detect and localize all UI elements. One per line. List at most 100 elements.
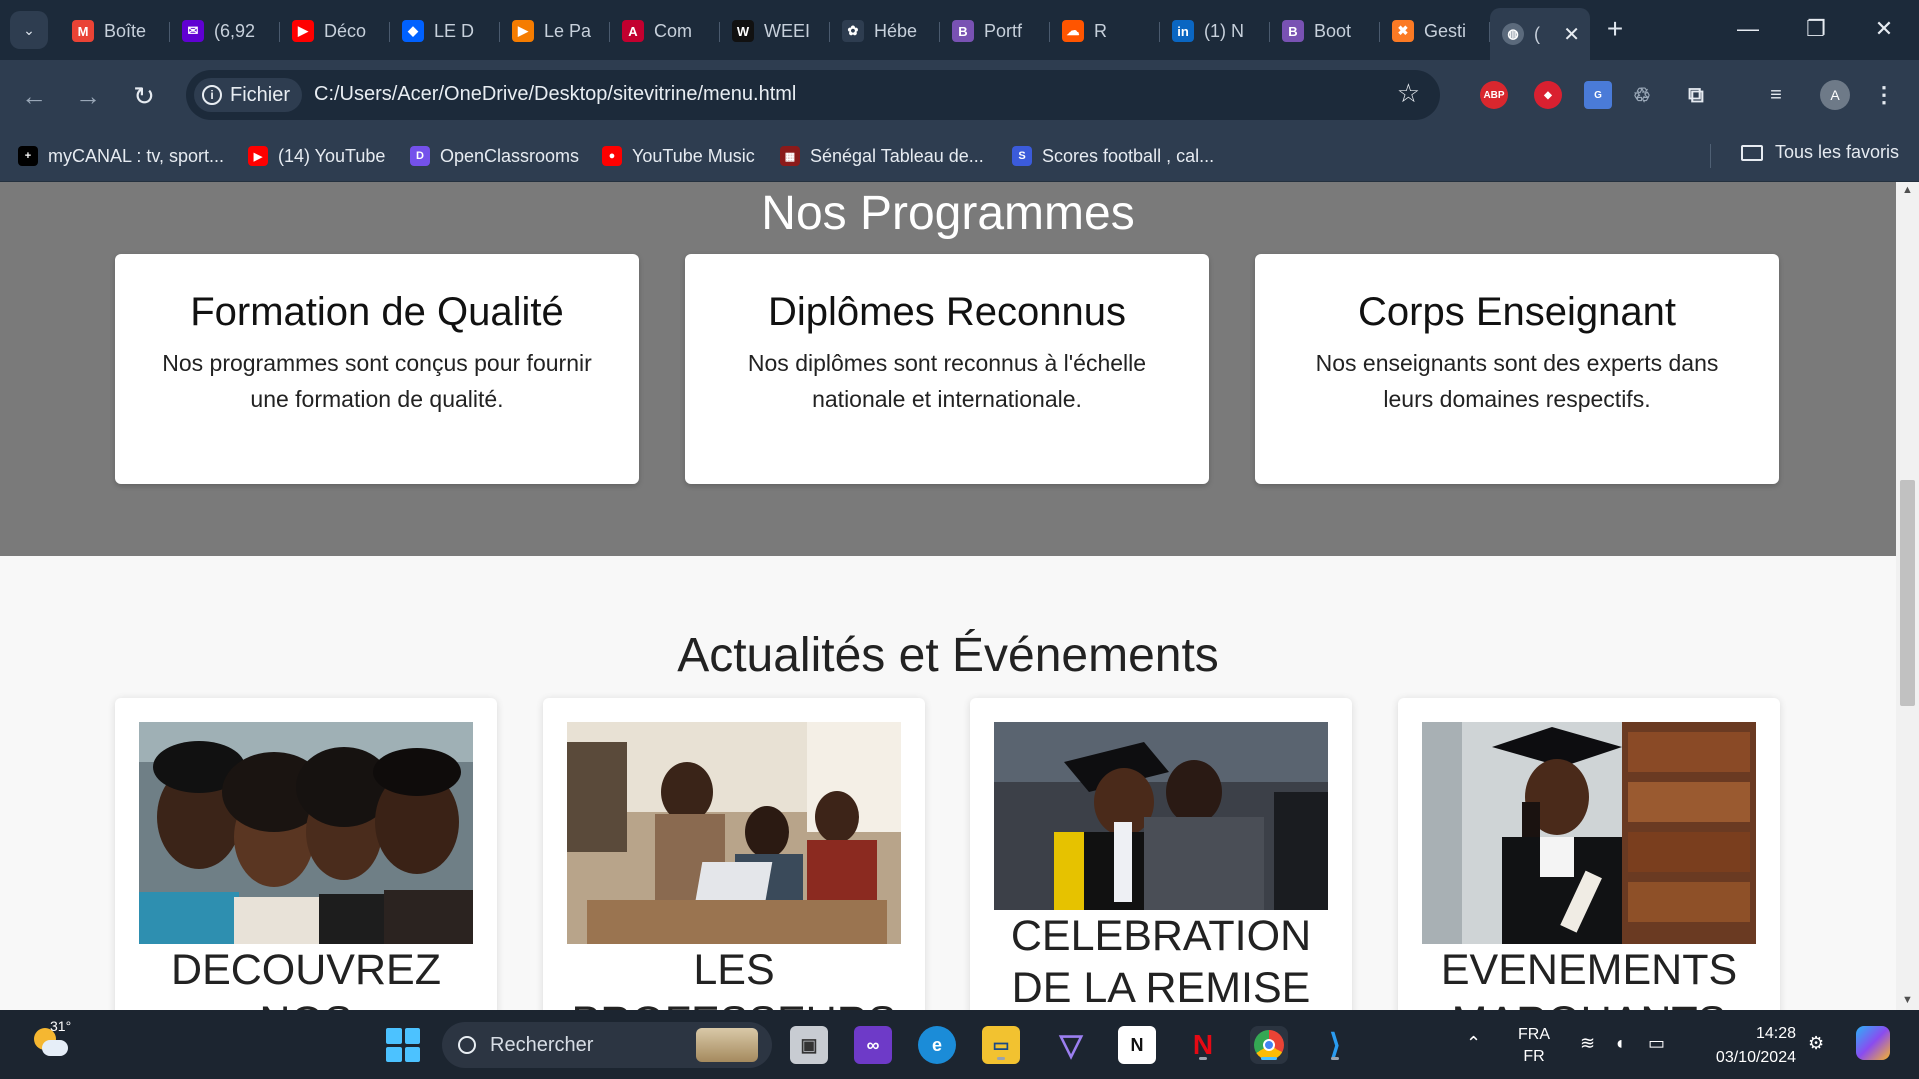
close-window-button[interactable]: ✕ bbox=[1856, 10, 1912, 48]
volume-icon[interactable]: ◖ bbox=[1614, 1032, 1625, 1054]
bookmark-item[interactable]: + myCANAL : tv, sport... bbox=[18, 142, 224, 170]
reload-button[interactable]: ↻ bbox=[124, 76, 164, 116]
tab-search-button[interactable]: ⌄ bbox=[10, 11, 48, 49]
browser-tab[interactable]: ▶ Déco bbox=[280, 8, 390, 54]
language-bottom: FR bbox=[1523, 1048, 1545, 1065]
program-card-text: Nos enseignants sont des experts dans le… bbox=[1315, 350, 1719, 412]
news-card[interactable]: LES PROFESSEURS bbox=[543, 698, 925, 1010]
browser-tab[interactable]: B Boot bbox=[1270, 8, 1380, 54]
profile-avatar[interactable]: A bbox=[1820, 80, 1850, 110]
url-text[interactable]: C:/Users/Acer/OneDrive/Desktop/sitevitri… bbox=[314, 83, 796, 106]
programs-section: Nos Programmes Formation de Qualité Nos … bbox=[0, 182, 1896, 556]
bookmark-item[interactable]: ▶ (14) YouTube bbox=[248, 142, 385, 170]
program-card-title: Formation de Qualité bbox=[190, 290, 564, 334]
students-group-photo bbox=[139, 722, 473, 944]
bookmark-item[interactable]: ● YouTube Music bbox=[602, 142, 755, 170]
close-tab-icon[interactable]: ✕ bbox=[1563, 22, 1580, 47]
tab-title: Com bbox=[654, 20, 693, 41]
scroll-thumb[interactable] bbox=[1900, 480, 1915, 706]
wifi-icon[interactable]: ≋ bbox=[1580, 1032, 1595, 1054]
youtube-music-icon: ● bbox=[602, 146, 622, 166]
active-browser-tab[interactable]: ◍ (✕ bbox=[1490, 8, 1590, 60]
bookmark-item[interactable]: D OpenClassrooms bbox=[410, 142, 579, 170]
forward-button[interactable]: → bbox=[68, 76, 108, 116]
w-icon: W bbox=[732, 20, 754, 42]
chrome-icon[interactable] bbox=[1250, 1026, 1288, 1064]
browser-tab[interactable]: A Com bbox=[610, 8, 720, 54]
xampp-icon: ✖ bbox=[1392, 20, 1414, 42]
restore-button[interactable]: ❐ bbox=[1788, 10, 1844, 48]
address-bar[interactable]: i Fichier C:/Users/Acer/OneDrive/Desktop… bbox=[186, 70, 1440, 120]
weather-widget[interactable]: 31° bbox=[30, 1018, 71, 1062]
adblock-icon[interactable]: ABP bbox=[1480, 81, 1508, 109]
minimize-button[interactable]: — bbox=[1720, 10, 1776, 48]
visual-studio-icon[interactable]: ∞ bbox=[854, 1026, 892, 1064]
back-button[interactable]: ← bbox=[14, 76, 54, 116]
browser-tab[interactable]: ☁ R bbox=[1050, 8, 1160, 54]
news-card-caption: EVENEMENTS MARQUANTS bbox=[1440, 946, 1738, 1010]
browser-tab[interactable]: ✉ (6,92 bbox=[170, 8, 280, 54]
all-bookmarks-label: Tous les favoris bbox=[1774, 142, 1899, 162]
reload-icon: ↻ bbox=[133, 80, 155, 111]
bookmark-star-icon[interactable]: ☆ bbox=[1397, 78, 1420, 109]
browser-tab[interactable]: ✖ Gesti bbox=[1380, 8, 1490, 54]
globe-icon: ◍ bbox=[1502, 23, 1524, 45]
scroll-down-icon[interactable]: ▼ bbox=[1901, 994, 1914, 1007]
task-view-icon[interactable]: ▣ bbox=[790, 1026, 828, 1064]
menu-kebab-icon[interactable]: ⋮ bbox=[1870, 81, 1898, 109]
news-card[interactable]: DECOUVREZ NOS bbox=[115, 698, 497, 1010]
media-controls-icon[interactable]: ≡ bbox=[1762, 81, 1790, 109]
browser-tab[interactable]: in (1) N bbox=[1160, 8, 1270, 54]
proton-vpn-icon[interactable]: ▽ bbox=[1052, 1026, 1090, 1064]
google-translate-icon[interactable]: G bbox=[1584, 81, 1612, 109]
search-icon bbox=[458, 1036, 476, 1054]
info-icon: i bbox=[202, 85, 222, 105]
browser-tab[interactable]: ✿ Hébe bbox=[830, 8, 940, 54]
arrow-right-icon: → bbox=[75, 80, 101, 111]
openclassrooms-icon: D bbox=[410, 146, 430, 166]
scroll-up-icon[interactable]: ▲ bbox=[1901, 184, 1914, 197]
bookmark-item[interactable]: S Scores football , cal... bbox=[1012, 142, 1214, 170]
site-info-chip[interactable]: i Fichier bbox=[194, 78, 303, 112]
browser-tab[interactable]: B Portf bbox=[940, 8, 1050, 54]
windows-start-icon[interactable] bbox=[386, 1028, 420, 1062]
browser-tab[interactable]: M Boîte bbox=[60, 8, 170, 54]
notifications-icon[interactable]: ⚙ bbox=[1808, 1032, 1824, 1054]
minimize-icon: — bbox=[1737, 16, 1759, 41]
taskbar-clock[interactable]: 14:28 03/10/2024 bbox=[1700, 1022, 1796, 1070]
openai-icon: ✿ bbox=[842, 20, 864, 42]
tab-title: Boîte bbox=[104, 20, 147, 41]
news-card[interactable]: CELEBRATION DE LA REMISE bbox=[970, 698, 1352, 1010]
page-scrollbar[interactable]: ▲ ▼ bbox=[1896, 182, 1919, 1010]
browser-tab[interactable]: ▶ Le Pa bbox=[500, 8, 610, 54]
battery-icon[interactable]: ▭ bbox=[1648, 1032, 1665, 1054]
brave-shield-icon[interactable]: ◆ bbox=[1534, 81, 1562, 109]
chevron-down-icon: ⌄ bbox=[23, 21, 35, 38]
tray-chevron-icon[interactable]: ⌃ bbox=[1466, 1032, 1481, 1054]
file-explorer-icon[interactable]: ▭ bbox=[982, 1026, 1020, 1064]
copilot-icon[interactable] bbox=[1856, 1026, 1890, 1060]
bookmark-item[interactable]: ▦ Sénégal Tableau de... bbox=[780, 142, 984, 170]
language-indicator[interactable]: FRA FR bbox=[1518, 1024, 1550, 1068]
new-tab-button[interactable]: + bbox=[1598, 12, 1632, 46]
bookmark-label: myCANAL : tv, sport... bbox=[48, 145, 225, 166]
program-card-title: Diplômes Reconnus bbox=[768, 290, 1126, 334]
news-card[interactable]: EVENEMENTS MARQUANTS bbox=[1398, 698, 1780, 1010]
bookmark-label: Sénégal Tableau de... bbox=[810, 145, 984, 166]
recycle-extension-icon[interactable]: ♲ bbox=[1628, 81, 1656, 109]
edge-icon[interactable]: e bbox=[918, 1026, 956, 1064]
notion-icon[interactable]: N bbox=[1118, 1026, 1156, 1064]
browser-tab[interactable]: ◆ LE D bbox=[390, 8, 500, 54]
arrow-left-icon: ← bbox=[21, 80, 47, 111]
taskbar-search[interactable]: Rechercher bbox=[442, 1022, 772, 1068]
netflix-icon[interactable]: N bbox=[1184, 1026, 1222, 1064]
taskbar-search-placeholder: Rechercher bbox=[490, 1033, 594, 1056]
angular-icon: A bbox=[622, 20, 644, 42]
tab-title: Le Pa bbox=[544, 20, 592, 41]
puzzle-extensions-icon[interactable]: ⧉ bbox=[1682, 81, 1710, 109]
all-bookmarks-button[interactable]: Tous les favoris bbox=[1740, 142, 1899, 163]
browser-tab[interactable]: W WEEI bbox=[720, 8, 830, 54]
vscode-icon[interactable]: ⟩ bbox=[1316, 1026, 1354, 1064]
bootstrap-icon: B bbox=[1282, 20, 1304, 42]
tab-title: Gesti bbox=[1424, 20, 1467, 41]
